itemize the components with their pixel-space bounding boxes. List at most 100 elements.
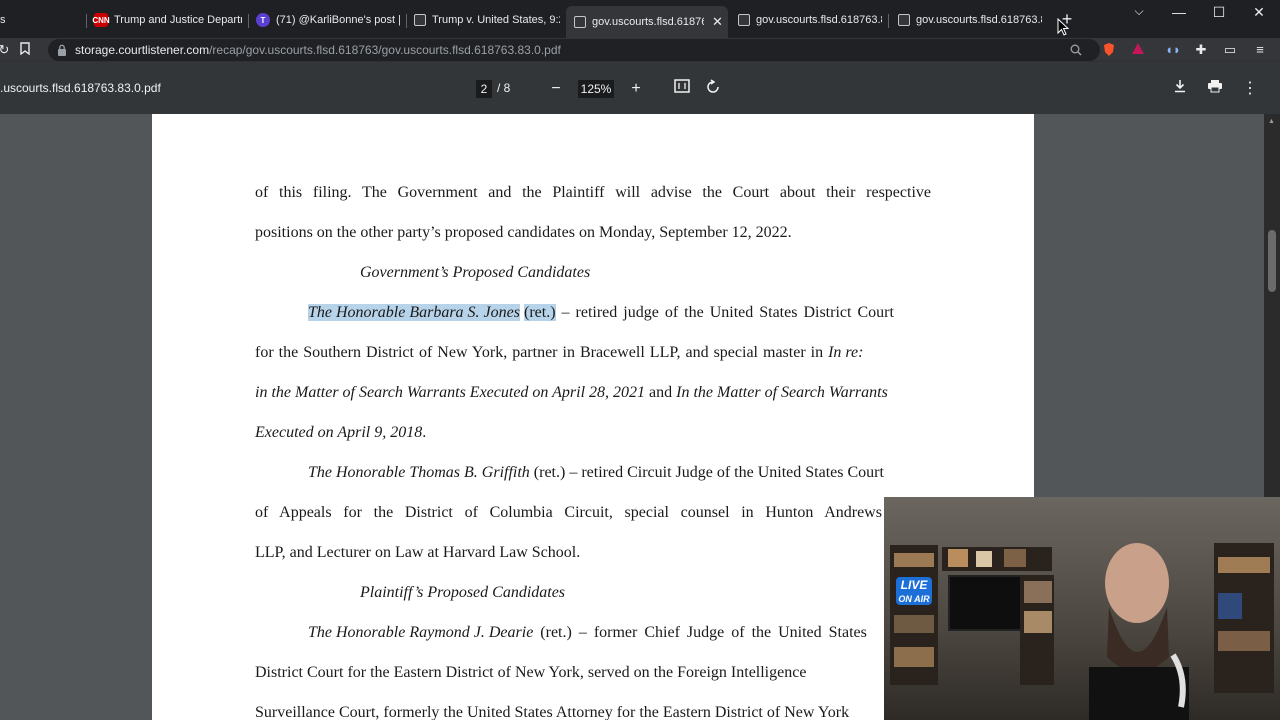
tab-title: gov.uscourts.flsd.61876 (592, 16, 704, 28)
candidate-desc: (ret.) – former Chief Judge of the Unite… (533, 624, 867, 641)
tab-twitter[interactable]: T (71) @KarliBonne's post | Tr (248, 8, 404, 32)
tab-title: s (0, 14, 6, 26)
brave-shields-icon[interactable] (1101, 42, 1117, 58)
candidate-name: The Honorable Barbara S. Jones (308, 304, 520, 321)
zoom-in-button[interactable]: + (626, 79, 646, 99)
zoom-level-input[interactable]: 125% (578, 80, 614, 98)
candidate-jones: The Honorable Barbara S. Jones (ret.) – r… (308, 304, 931, 322)
scroll-up-arrow-icon[interactable]: ▲ (1268, 118, 1275, 125)
wallet-icon[interactable]: ▭ (1222, 42, 1238, 58)
candidate-ret: (ret.) (523, 304, 556, 321)
brave-rewards-icon[interactable] (1130, 42, 1146, 58)
tab-title: (71) @KarliBonne's post | Tr (276, 14, 404, 26)
candidate-name: The Honorable Raymond J. Dearie (308, 624, 534, 641)
section-heading-plaintiff: Plaintiff’s Proposed Candidates (360, 584, 566, 601)
shelf-item (1024, 611, 1052, 633)
shelf-item (894, 553, 934, 567)
live-on-air-badge: LIVE ON AIR (896, 577, 932, 605)
bookmark-icon[interactable] (17, 42, 33, 58)
shelf-item (1218, 557, 1270, 573)
print-button[interactable] (1205, 79, 1225, 99)
tab-title: Trump v. United States, 9:22 (432, 14, 560, 26)
tab-title: Trump and Justice Departm (114, 14, 242, 26)
zoom-out-button[interactable]: − (546, 79, 566, 99)
zoom-icon[interactable] (1070, 44, 1082, 56)
tab-active-pdf[interactable]: gov.uscourts.flsd.61876 ✕ (566, 6, 728, 38)
tab-trump-v-us[interactable]: Trump v. United States, 9:22 (406, 8, 564, 32)
pdf-toolbar: .uscourts.flsd.618763.83.0.pdf 2 / 8 − 1… (0, 62, 1280, 114)
minimize-button[interactable]: — (1164, 4, 1194, 20)
close-window-button[interactable]: ✕ (1244, 4, 1274, 21)
fit-page-icon (674, 79, 690, 93)
courtlistener-icon (574, 16, 586, 28)
browser-toolbar: ↻ storage.courtlistener.com/recap/gov.us… (0, 38, 1280, 62)
doc-text: . (422, 424, 427, 441)
webcam-overlay: LIVE ON AIR (884, 497, 1280, 720)
close-icon[interactable]: ✕ (712, 14, 723, 30)
page-total: / 8 (497, 81, 511, 95)
reload-icon[interactable]: ↻ (0, 42, 12, 58)
audio-playing-icon[interactable]: ◖◗ (1165, 42, 1181, 58)
url-host: storage.courtlistener.com (75, 43, 210, 57)
cnn-icon: CNN (92, 13, 110, 27)
shelf-item (1024, 581, 1052, 603)
tab-cnn[interactable]: CNN Trump and Justice Departm (86, 8, 246, 32)
fit-to-page-button[interactable] (672, 79, 692, 99)
shelf-item (1004, 549, 1026, 567)
rotate-button[interactable] (703, 79, 723, 99)
courtlistener-icon (738, 14, 750, 26)
candidate-desc: – retired judge of the United States Dis… (555, 304, 894, 321)
shelf-item (1218, 631, 1270, 651)
twitter-icon: T (256, 13, 270, 27)
candidate-griffith: The Honorable Thomas B. Griffith (ret.) … (308, 464, 931, 482)
extensions-icon[interactable]: ✚ (1193, 42, 1209, 58)
more-actions-icon[interactable]: ⋮ (1240, 79, 1260, 99)
pdf-filename: .uscourts.flsd.618763.83.0.pdf (0, 81, 161, 95)
candidate-desc: (ret.) – retired Circuit Judge of the Un… (529, 464, 884, 481)
case-name: in the Matter of Search Warrants Execute… (255, 384, 646, 401)
mouse-cursor-icon (1057, 18, 1069, 36)
print-icon (1208, 80, 1222, 93)
doc-text: and (645, 384, 677, 401)
shelf-item (894, 647, 934, 667)
section-heading-government: Government’s Proposed Candidates (360, 264, 591, 281)
case-name: Executed on April 9, 2018 (255, 424, 423, 441)
tab-pdf-copy-2[interactable]: gov.uscourts.flsd.618763.83 (890, 8, 1044, 32)
scroll-thumb[interactable] (1268, 230, 1276, 292)
tab-title: gov.uscourts.flsd.618763.83 (916, 14, 1042, 26)
doc-line: of this filing. The Government and the P… (255, 184, 931, 201)
case-name: In the Matter of Search Warrants (676, 384, 888, 401)
case-name: In re: (828, 344, 864, 361)
doc-text: for the Southern District of New York, p… (255, 344, 829, 361)
doc-line: positions on the other party’s proposed … (255, 224, 792, 241)
tab-title: gov.uscourts.flsd.618763.83 (756, 14, 882, 26)
tab-search-chevron-icon[interactable]: ⌵ (1124, 4, 1154, 19)
candidate-dearie: The Honorable Raymond J. Dearie (ret.) –… (308, 624, 931, 642)
doc-line: Surveillance Court, formerly the United … (255, 704, 850, 720)
maximize-button[interactable]: ☐ (1204, 4, 1234, 21)
tab-partial[interactable]: s (0, 8, 10, 32)
courtlistener-icon (898, 14, 910, 26)
courtlistener-icon (414, 14, 426, 26)
url-path: /recap/gov.uscourts.flsd.618763/gov.usco… (209, 43, 561, 57)
flag-item (1218, 593, 1242, 619)
menu-icon[interactable]: ≡ (1252, 42, 1268, 58)
rotate-icon (707, 79, 719, 93)
doc-line: of Appeals for the District of Columbia … (255, 504, 931, 521)
shelf-item (948, 549, 968, 567)
download-icon (1175, 80, 1185, 93)
doc-line: Executed on April 9, 2018. (255, 424, 931, 442)
tab-separator (888, 14, 889, 28)
url-text: storage.courtlistener.com/recap/gov.usco… (75, 43, 561, 57)
download-button[interactable] (1170, 79, 1190, 99)
shelf-item (894, 615, 934, 633)
badge-line: ON AIR (898, 594, 930, 604)
lock-icon (58, 44, 66, 56)
address-bar[interactable]: storage.courtlistener.com/recap/gov.usco… (48, 39, 1100, 61)
shelf-item (976, 551, 992, 567)
doc-line: in the Matter of Search Warrants Execute… (255, 384, 931, 402)
tab-pdf-copy[interactable]: gov.uscourts.flsd.618763.83 (730, 8, 886, 32)
doc-line: District Court for the Eastern District … (255, 664, 807, 681)
streamer-person (1089, 543, 1189, 720)
page-number-input[interactable]: 2 (476, 80, 492, 98)
